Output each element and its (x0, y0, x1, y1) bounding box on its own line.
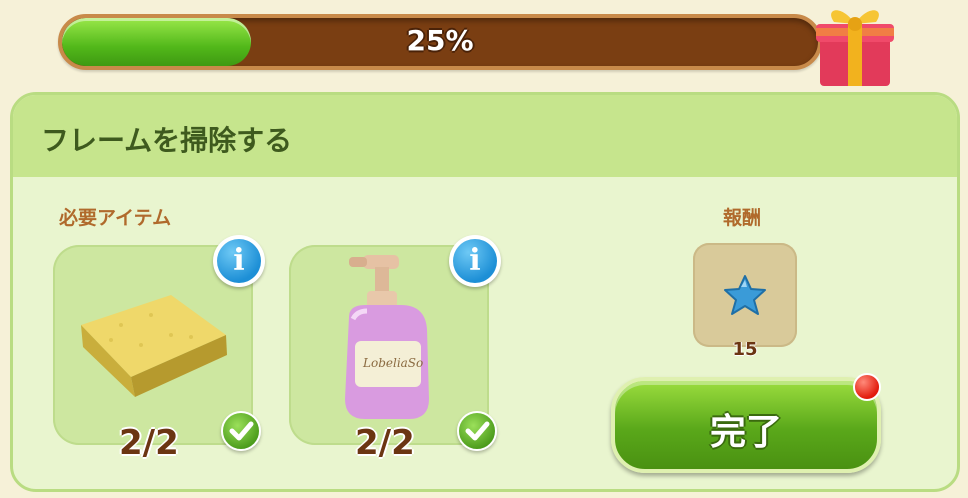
soap-bottle-icon: LobeliaSo (345, 255, 429, 419)
progress-percentage: 25% (406, 24, 474, 57)
task-header: フレームを掃除する (13, 95, 957, 177)
required-items-label: 必要アイテム (59, 207, 172, 229)
reward-label: 報酬 (723, 207, 762, 229)
progress-bar: 25% (58, 14, 822, 70)
complete-button-label: 完了 (709, 412, 782, 453)
item-count-sponge: 2/2 (119, 423, 179, 463)
gift-box-icon[interactable] (812, 0, 898, 90)
task-panel: フレームを掃除する 必要アイテム 報酬 2/2 i LobeliaSo 2/2 … (10, 92, 960, 492)
svg-text:LobeliaSo: LobeliaSo (362, 356, 423, 370)
complete-button[interactable]: 完了 (611, 377, 881, 473)
blue-star-icon (724, 275, 766, 315)
reward-slot (693, 243, 797, 347)
check-icon (221, 411, 261, 451)
sponge-icon (81, 295, 227, 397)
notification-dot (853, 373, 881, 401)
item-count-soap-bottle: 2/2 (355, 423, 415, 463)
info-icon[interactable]: i (213, 235, 265, 287)
info-icon[interactable]: i (449, 235, 501, 287)
task-title: フレームを掃除する (41, 124, 293, 157)
reward-amount: 15 (732, 339, 758, 360)
check-icon (457, 411, 497, 451)
